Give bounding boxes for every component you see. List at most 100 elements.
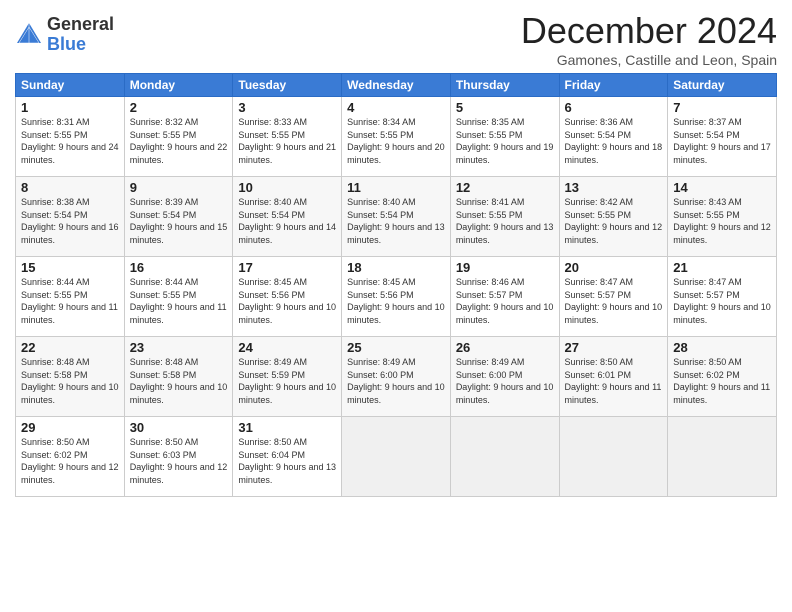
sunset-label: Sunset: 5:54 PM — [347, 210, 414, 220]
daylight-label: Daylight: 9 hours and 10 minutes. — [565, 302, 663, 325]
daylight-label: Daylight: 9 hours and 10 minutes. — [347, 302, 445, 325]
sunrise-label: Sunrise: 8:50 AM — [130, 437, 199, 447]
daylight-label: Daylight: 9 hours and 18 minutes. — [565, 142, 663, 165]
daylight-label: Daylight: 9 hours and 12 minutes. — [565, 222, 663, 245]
sunset-label: Sunset: 5:54 PM — [21, 210, 88, 220]
calendar-cell: 12 Sunrise: 8:41 AM Sunset: 5:55 PM Dayl… — [450, 177, 559, 257]
calendar-cell: 15 Sunrise: 8:44 AM Sunset: 5:55 PM Dayl… — [16, 257, 125, 337]
sunset-label: Sunset: 5:55 PM — [456, 130, 523, 140]
daylight-label: Daylight: 9 hours and 10 minutes. — [238, 302, 336, 325]
day-number: 19 — [456, 260, 554, 275]
day-number: 27 — [565, 340, 663, 355]
day-info: Sunrise: 8:43 AM Sunset: 5:55 PM Dayligh… — [673, 196, 771, 246]
day-info: Sunrise: 8:35 AM Sunset: 5:55 PM Dayligh… — [456, 116, 554, 166]
daylight-label: Daylight: 9 hours and 11 minutes. — [130, 302, 227, 325]
weekday-header-thursday: Thursday — [450, 74, 559, 97]
sunrise-label: Sunrise: 8:47 AM — [673, 277, 742, 287]
sunset-label: Sunset: 5:54 PM — [565, 130, 632, 140]
day-info: Sunrise: 8:46 AM Sunset: 5:57 PM Dayligh… — [456, 276, 554, 326]
day-number: 18 — [347, 260, 445, 275]
sunrise-label: Sunrise: 8:33 AM — [238, 117, 307, 127]
sunrise-label: Sunrise: 8:38 AM — [21, 197, 90, 207]
calendar-cell: 25 Sunrise: 8:49 AM Sunset: 6:00 PM Dayl… — [342, 337, 451, 417]
month-title: December 2024 — [521, 10, 777, 52]
day-number: 10 — [238, 180, 336, 195]
sunset-label: Sunset: 5:56 PM — [238, 290, 305, 300]
calendar-cell — [342, 417, 451, 497]
calendar-cell: 21 Sunrise: 8:47 AM Sunset: 5:57 PM Dayl… — [668, 257, 777, 337]
page: General Blue December 2024 Gamones, Cast… — [0, 0, 792, 612]
title-block: December 2024 Gamones, Castille and Leon… — [521, 10, 777, 68]
calendar-cell: 13 Sunrise: 8:42 AM Sunset: 5:55 PM Dayl… — [559, 177, 668, 257]
sunset-label: Sunset: 5:54 PM — [238, 210, 305, 220]
day-info: Sunrise: 8:44 AM Sunset: 5:55 PM Dayligh… — [21, 276, 119, 326]
calendar-cell — [450, 417, 559, 497]
daylight-label: Daylight: 9 hours and 22 minutes. — [130, 142, 228, 165]
daylight-label: Daylight: 9 hours and 12 minutes. — [21, 462, 119, 485]
logo-line1: General — [47, 15, 114, 35]
daylight-label: Daylight: 9 hours and 11 minutes. — [565, 382, 662, 405]
day-number: 28 — [673, 340, 771, 355]
sunrise-label: Sunrise: 8:48 AM — [130, 357, 199, 367]
day-number: 14 — [673, 180, 771, 195]
sunrise-label: Sunrise: 8:45 AM — [238, 277, 307, 287]
sunset-label: Sunset: 5:55 PM — [673, 210, 740, 220]
logo: General Blue — [15, 15, 114, 55]
daylight-label: Daylight: 9 hours and 12 minutes. — [673, 222, 771, 245]
day-number: 26 — [456, 340, 554, 355]
day-number: 22 — [21, 340, 119, 355]
calendar-cell: 3 Sunrise: 8:33 AM Sunset: 5:55 PM Dayli… — [233, 97, 342, 177]
day-info: Sunrise: 8:47 AM Sunset: 5:57 PM Dayligh… — [565, 276, 663, 326]
calendar-cell: 28 Sunrise: 8:50 AM Sunset: 6:02 PM Dayl… — [668, 337, 777, 417]
day-number: 7 — [673, 100, 771, 115]
calendar-cell: 20 Sunrise: 8:47 AM Sunset: 5:57 PM Dayl… — [559, 257, 668, 337]
logo-icon — [15, 21, 43, 49]
calendar-cell: 14 Sunrise: 8:43 AM Sunset: 5:55 PM Dayl… — [668, 177, 777, 257]
calendar-cell: 23 Sunrise: 8:48 AM Sunset: 5:58 PM Dayl… — [124, 337, 233, 417]
sunrise-label: Sunrise: 8:48 AM — [21, 357, 90, 367]
day-number: 30 — [130, 420, 228, 435]
day-number: 15 — [21, 260, 119, 275]
sunrise-label: Sunrise: 8:46 AM — [456, 277, 525, 287]
sunrise-label: Sunrise: 8:44 AM — [130, 277, 199, 287]
daylight-label: Daylight: 9 hours and 11 minutes. — [673, 382, 770, 405]
sunset-label: Sunset: 6:01 PM — [565, 370, 632, 380]
sunrise-label: Sunrise: 8:36 AM — [565, 117, 634, 127]
sunrise-label: Sunrise: 8:41 AM — [456, 197, 525, 207]
calendar-cell: 31 Sunrise: 8:50 AM Sunset: 6:04 PM Dayl… — [233, 417, 342, 497]
calendar-cell: 30 Sunrise: 8:50 AM Sunset: 6:03 PM Dayl… — [124, 417, 233, 497]
sunrise-label: Sunrise: 8:49 AM — [238, 357, 307, 367]
daylight-label: Daylight: 9 hours and 10 minutes. — [456, 382, 554, 405]
daylight-label: Daylight: 9 hours and 14 minutes. — [238, 222, 336, 245]
sunrise-label: Sunrise: 8:40 AM — [347, 197, 416, 207]
daylight-label: Daylight: 9 hours and 10 minutes. — [673, 302, 771, 325]
day-number: 23 — [130, 340, 228, 355]
sunset-label: Sunset: 5:55 PM — [565, 210, 632, 220]
daylight-label: Daylight: 9 hours and 21 minutes. — [238, 142, 336, 165]
daylight-label: Daylight: 9 hours and 10 minutes. — [347, 382, 445, 405]
daylight-label: Daylight: 9 hours and 10 minutes. — [130, 382, 228, 405]
calendar-cell: 26 Sunrise: 8:49 AM Sunset: 6:00 PM Dayl… — [450, 337, 559, 417]
day-info: Sunrise: 8:48 AM Sunset: 5:58 PM Dayligh… — [21, 356, 119, 406]
day-number: 29 — [21, 420, 119, 435]
sunset-label: Sunset: 5:55 PM — [21, 130, 88, 140]
daylight-label: Daylight: 9 hours and 17 minutes. — [673, 142, 771, 165]
weekday-header-monday: Monday — [124, 74, 233, 97]
day-number: 16 — [130, 260, 228, 275]
day-number: 20 — [565, 260, 663, 275]
day-info: Sunrise: 8:41 AM Sunset: 5:55 PM Dayligh… — [456, 196, 554, 246]
calendar-cell: 4 Sunrise: 8:34 AM Sunset: 5:55 PM Dayli… — [342, 97, 451, 177]
day-info: Sunrise: 8:32 AM Sunset: 5:55 PM Dayligh… — [130, 116, 228, 166]
day-number: 12 — [456, 180, 554, 195]
day-number: 21 — [673, 260, 771, 275]
sunset-label: Sunset: 6:02 PM — [673, 370, 740, 380]
calendar-week-3: 15 Sunrise: 8:44 AM Sunset: 5:55 PM Dayl… — [16, 257, 777, 337]
day-info: Sunrise: 8:45 AM Sunset: 5:56 PM Dayligh… — [347, 276, 445, 326]
sunrise-label: Sunrise: 8:42 AM — [565, 197, 634, 207]
weekday-header-tuesday: Tuesday — [233, 74, 342, 97]
day-number: 11 — [347, 180, 445, 195]
calendar-cell: 27 Sunrise: 8:50 AM Sunset: 6:01 PM Dayl… — [559, 337, 668, 417]
sunrise-label: Sunrise: 8:50 AM — [673, 357, 742, 367]
day-number: 5 — [456, 100, 554, 115]
day-info: Sunrise: 8:31 AM Sunset: 5:55 PM Dayligh… — [21, 116, 119, 166]
